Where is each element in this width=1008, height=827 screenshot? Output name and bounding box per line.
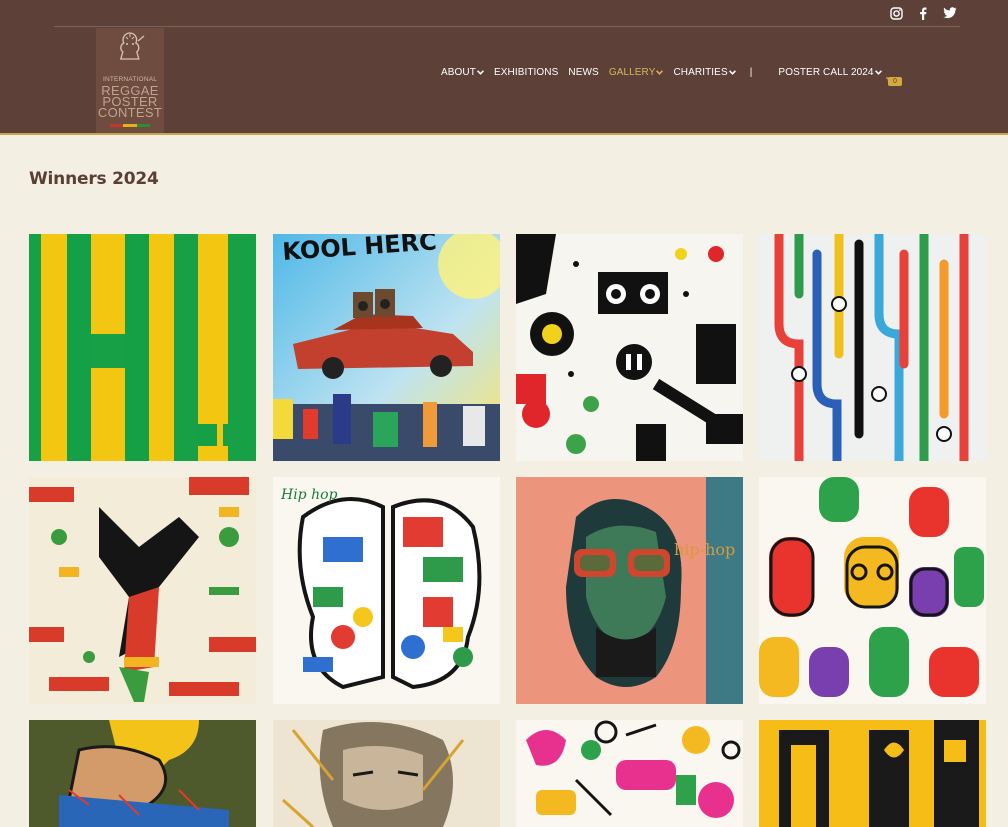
poster-thumbnail[interactable]: KOOL HERC [273,234,500,461]
poster-breakdance-image [29,477,256,704]
nav-label: ABOUT [441,67,476,78]
instagram-icon[interactable] [888,5,904,21]
poster-instruments-image [516,720,743,827]
social-links [888,5,958,21]
logo-text-contest: CONTEST [97,105,163,120]
nav-label: NEWS [568,67,599,78]
poster-yellow-image [759,720,986,827]
lion-emblem-icon [119,32,145,60]
poster-title: Hip hop [280,487,338,503]
poster-faces-image [759,477,986,704]
logo-color-bar [110,124,150,127]
nav-item-about[interactable]: ABOUT [441,67,484,78]
main-nav: ABOUT EXHIBITIONS NEWS GALLERY CHARITIES… [441,67,892,78]
header-divider [54,26,960,27]
poster-sketch-image [273,720,500,827]
poster-doodle-image: Hip hop [273,477,500,704]
nav-separator: | [749,67,753,78]
poster-thumbnail[interactable] [516,720,743,827]
poster-thumbnail[interactable] [29,477,256,704]
poster-thumbnail[interactable] [516,234,743,461]
page-title: Winners 2024 [29,169,159,189]
poster-thumbnail[interactable] [273,720,500,827]
nav-label: CHARITIES [673,67,728,78]
nav-label: POSTER CALL 2024 [778,67,874,78]
poster-thumbnail[interactable] [29,720,256,827]
chevron-down-icon [728,70,736,75]
poster-boombox-image [516,234,743,461]
nav-item-exhibitions[interactable]: EXHIBITIONS [494,67,558,78]
poster-portrait-image: hip-hop [516,477,743,704]
nav-item-news[interactable]: NEWS [568,67,598,78]
twitter-icon[interactable] [942,5,958,21]
poster-thumbnail[interactable]: Hip hop [273,477,500,704]
nav-item-poster-call[interactable]: POSTER CALL 2024 [778,67,882,78]
poster-thumbnail[interactable] [29,234,256,461]
site-logo[interactable]: INTERNATIONAL REGGAE POSTER CONTEST [96,28,164,133]
nav-label: GALLERY [608,67,656,78]
chevron-down-icon [656,70,664,75]
facebook-icon[interactable] [915,5,931,21]
poster-tubes-image [759,234,986,461]
nav-item-charities[interactable]: CHARITIES [673,67,736,78]
poster-car-image: KOOL HERC [273,234,500,461]
nav-label: EXHIBITIONS [493,67,559,78]
poster-thumbnail[interactable] [759,720,986,827]
logo-text-international: INTERNATIONAL [102,76,158,83]
chevron-down-icon [477,70,484,75]
poster-title: hip-hop [674,540,735,559]
cart-count-badge[interactable]: 0 [888,77,902,86]
poster-olive-image [29,720,256,827]
chevron-down-icon [874,70,882,75]
nav-item-gallery[interactable]: GALLERY [609,67,664,78]
header-bottom-border [0,133,1008,135]
poster-stripes-image [29,234,256,461]
poster-thumbnail[interactable]: hip-hop [516,477,743,704]
site-header: INTERNATIONAL REGGAE POSTER CONTEST ABOU… [0,0,1008,135]
poster-thumbnail[interactable] [759,234,986,461]
poster-thumbnail[interactable] [759,477,986,704]
